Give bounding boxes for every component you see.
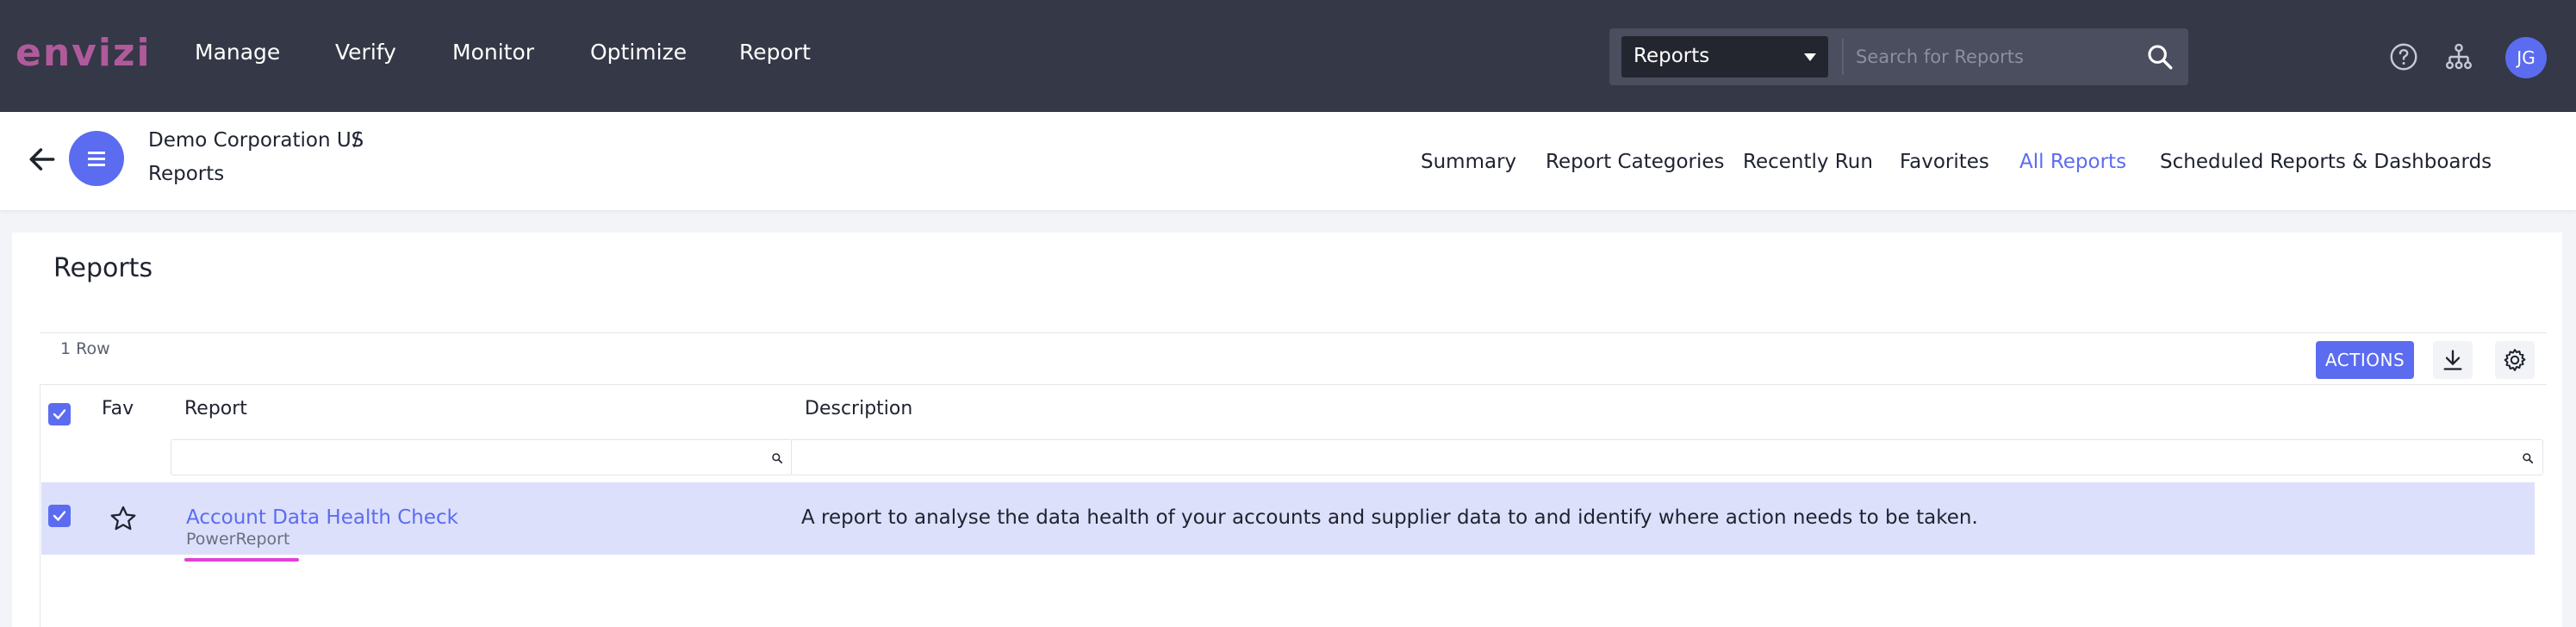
chevron-down-icon [1804,53,1816,61]
search-icon [772,453,783,464]
tab-summary[interactable]: Summary [1421,151,1516,173]
report-description: A report to analyse the data health of y… [801,506,1978,529]
tab-recently-run[interactable]: Recently Run [1743,151,1873,173]
envizi-logo[interactable]: envizi [16,31,152,75]
help-icon[interactable] [2388,41,2419,72]
actions-button[interactable]: ACTIONS [2316,341,2414,379]
menu-button[interactable] [69,131,124,186]
search-input[interactable] [1856,39,2131,75]
report-type-label: PowerReport [186,530,290,549]
menu-icon [88,152,105,154]
back-arrow-icon[interactable] [26,143,59,176]
page-title: Reports [53,253,153,283]
checkmark-icon [53,409,66,419]
column-header-description[interactable]: Description [805,398,912,419]
tab-report-categories[interactable]: Report Categories [1546,151,1725,173]
nav-manage[interactable]: Manage [195,40,280,65]
search-scope-select[interactable]: Reports [1621,36,1828,78]
nav-verify[interactable]: Verify [335,40,396,65]
nav-monitor[interactable]: Monitor [452,40,534,65]
description-filter-input[interactable] [791,439,2543,475]
user-avatar[interactable]: JG [2505,37,2547,78]
top-navigation-bar: envizi Manage Verify Monitor Optimize Re… [0,0,2576,112]
reports-panel: Reports 1 Row ACTIONS Fav Report Descrip… [12,233,2562,627]
page-header: Demo Corporation US / Reports Summary Re… [0,112,2576,210]
breadcrumb-parent[interactable]: Demo Corporation US [148,129,364,152]
select-all-checkbox[interactable] [48,403,71,425]
report-filter-input[interactable] [171,439,793,475]
row-select-checkbox[interactable] [48,505,71,527]
search-scope-value: Reports [1633,45,1710,67]
settings-button[interactable] [2495,341,2535,379]
hierarchy-icon[interactable] [2443,41,2474,72]
checkmark-icon [53,511,66,521]
column-header-fav[interactable]: Fav [102,398,134,419]
menu-icon-bar [88,164,105,166]
breadcrumb-current: Reports [148,163,225,185]
tab-scheduled-reports[interactable]: Scheduled Reports & Dashboards [2160,151,2492,173]
favorite-star-icon[interactable] [109,504,138,533]
search-divider [1842,39,1844,75]
nav-optimize[interactable]: Optimize [590,40,687,65]
divider [40,332,2547,333]
report-name-link[interactable]: Account Data Health Check [186,506,458,529]
download-button[interactable] [2433,341,2473,379]
nav-report[interactable]: Report [739,40,811,65]
search-icon [2523,453,2534,464]
highlight-underline [184,558,299,562]
row-count: 1 Row [60,339,110,358]
menu-icon-bar [88,158,105,160]
breadcrumb-separator: / [353,129,360,151]
tab-favorites[interactable]: Favorites [1900,151,1989,173]
gear-icon [2504,349,2526,371]
grid-top-border [40,384,2547,385]
tab-all-reports[interactable]: All Reports [2019,151,2126,173]
global-search: Reports [1609,28,2188,85]
download-icon [2443,350,2462,370]
column-header-report[interactable]: Report [184,398,247,419]
search-icon[interactable] [2145,42,2175,71]
